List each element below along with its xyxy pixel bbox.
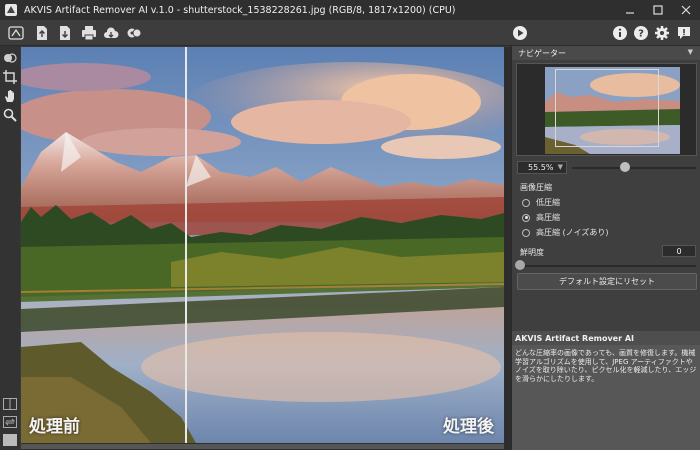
sharpness-slider-track[interactable]	[520, 265, 696, 267]
option-label: 低圧縮	[536, 198, 560, 207]
minimize-icon	[626, 12, 634, 14]
before-after-tool[interactable]	[2, 50, 18, 66]
minimize-button[interactable]	[616, 0, 644, 20]
news-icon	[678, 27, 690, 39]
toolbar: ?	[0, 20, 700, 46]
view-switch-button[interactable]	[3, 416, 17, 428]
horizontal-scrollbar[interactable]	[21, 443, 504, 450]
sharpness-input[interactable]: 0	[662, 245, 696, 257]
help-icon: ?	[634, 26, 648, 40]
help-header: AKVIS Artifact Remover AI	[512, 331, 700, 345]
option-high-compression-noise[interactable]: 高圧縮 (ノイズあり)	[522, 227, 609, 238]
logo-icon	[8, 26, 24, 40]
option-low-compression[interactable]: 低圧縮	[522, 197, 560, 208]
help-title: AKVIS Artifact Remover AI	[515, 333, 634, 343]
zoom-select[interactable]: 55.5% ▼	[517, 161, 567, 174]
view-split-button[interactable]	[3, 398, 17, 410]
plugins-icon	[127, 28, 142, 38]
scroll-thumb[interactable]	[21, 444, 504, 449]
landscape-image	[21, 47, 504, 443]
close-icon	[681, 5, 691, 15]
open-button[interactable]	[32, 23, 52, 43]
reset-defaults-button[interactable]: デフォルト設定にリセット	[517, 273, 697, 290]
maximize-button[interactable]	[644, 0, 672, 20]
radio-button[interactable]	[522, 228, 530, 237]
view-single-button[interactable]	[3, 434, 17, 446]
save-icon	[60, 26, 70, 40]
gear-icon	[655, 26, 669, 40]
compression-title: 画像圧縮	[520, 183, 552, 192]
zoom-slider-knob[interactable]	[620, 162, 630, 172]
before-after-icon	[4, 53, 17, 63]
option-label: 高圧縮	[536, 213, 560, 222]
cloud-share-icon	[104, 27, 119, 38]
option-high-compression[interactable]: 高圧縮	[522, 212, 560, 223]
vertical-scrollbar[interactable]	[504, 47, 511, 450]
collapse-icon[interactable]: ▼	[688, 48, 693, 56]
svg-text:?: ?	[638, 29, 644, 40]
print-button[interactable]	[79, 23, 99, 43]
sharpness-slider-knob[interactable]	[515, 260, 525, 270]
logo-button[interactable]	[6, 23, 26, 43]
split-view-icon	[9, 399, 11, 409]
share-button[interactable]	[101, 23, 121, 43]
help-button[interactable]: ?	[631, 23, 651, 43]
hand-icon	[5, 90, 14, 102]
radio-button-selected[interactable]	[522, 213, 530, 222]
magnifier-icon	[3, 108, 17, 122]
info-button[interactable]	[610, 23, 630, 43]
radio-button[interactable]	[522, 198, 530, 207]
before-label: 処理前	[29, 417, 80, 437]
navigator-header[interactable]: ナビゲーター ▼	[512, 46, 700, 60]
image-canvas[interactable]: 処理前 処理後	[21, 47, 504, 443]
app-logo-icon	[5, 4, 17, 16]
info-icon	[613, 26, 627, 40]
after-label: 処理後	[443, 417, 494, 437]
zoom-value: 55.5%	[528, 163, 554, 172]
close-button[interactable]	[672, 0, 700, 20]
save-button[interactable]	[55, 23, 75, 43]
window-title: AKVIS Artifact Remover AI v.1.0 - shutte…	[24, 4, 456, 16]
switch-view-icon	[4, 418, 16, 426]
navigator-view-frame[interactable]	[555, 69, 659, 147]
settings-button[interactable]	[652, 23, 672, 43]
navigator-preview[interactable]	[516, 63, 697, 156]
plugins-button[interactable]	[124, 23, 144, 43]
run-icon	[513, 26, 527, 40]
hand-tool[interactable]	[2, 88, 18, 104]
navigator-title: ナビゲーター	[518, 48, 566, 58]
help-text: どんな圧縮率の画像であっても、画質を修復します。機械学習アルゴリズムを使用して、…	[512, 345, 700, 450]
tool-strip	[0, 46, 20, 450]
settings-panel: ナビゲーター ▼ 55.5% ▼ 画像圧縮 低圧縮 高圧縮 高圧縮 (ノイズあり…	[511, 46, 700, 450]
news-button[interactable]	[674, 23, 694, 43]
sharpness-label: 鮮明度	[520, 248, 544, 257]
run-button[interactable]	[510, 23, 530, 43]
chevron-down-icon: ▼	[557, 163, 563, 171]
zoom-slider-track[interactable]	[572, 167, 696, 169]
zoom-tool[interactable]	[2, 107, 18, 123]
maximize-icon	[653, 5, 663, 15]
option-label: 高圧縮 (ノイズあり)	[536, 228, 609, 237]
crop-tool[interactable]	[2, 69, 18, 85]
print-icon	[82, 26, 96, 41]
title-bar: AKVIS Artifact Remover AI v.1.0 - shutte…	[0, 0, 700, 20]
open-icon	[37, 26, 47, 40]
before-after-divider[interactable]	[185, 47, 187, 443]
crop-icon	[3, 70, 17, 84]
